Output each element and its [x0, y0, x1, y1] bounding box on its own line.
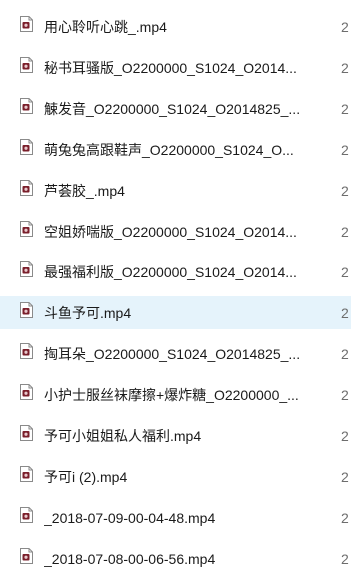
file-row[interactable]: 用心聆听心跳_.mp4 2: [0, 10, 351, 43]
file-row[interactable]: 空姐娇喘版_O2200000_S1024_O2014... 2: [0, 215, 351, 248]
file-date: 2: [341, 387, 349, 404]
file-row[interactable]: 觫发音_O2200000_S1024_O2014825_... 2: [0, 92, 351, 125]
file-date: 2: [341, 59, 349, 76]
video-file-icon: [20, 343, 33, 360]
file-row-selected[interactable]: 斗鱼予可.mp4 2: [0, 296, 351, 330]
file-name: 空姐娇喘版_O2200000_S1024_O2014...: [44, 223, 297, 240]
file-date: 2: [341, 305, 349, 322]
file-row[interactable]: 予可i (2).mp4 2: [0, 460, 351, 493]
file-date: 2: [341, 100, 349, 117]
video-file-icon: [20, 302, 33, 319]
video-file-icon: [20, 138, 33, 155]
file-row[interactable]: 掏耳朵_O2200000_S1024_O2014825_... 2: [0, 337, 351, 370]
video-file-icon: [20, 547, 33, 564]
file-date: 2: [341, 223, 349, 240]
file-row[interactable]: _2018-07-08-00-06-56.mp4 2: [0, 542, 351, 575]
file-row[interactable]: 芦荟胶_.mp4 2: [0, 174, 351, 207]
video-file-icon: [20, 97, 33, 114]
file-name: 芦荟胶_.mp4: [44, 182, 125, 199]
file-name: 最强福利版_O2200000_S1024_O2014...: [44, 264, 297, 281]
file-date: 2: [341, 19, 349, 35]
file-date: 2: [341, 264, 349, 281]
file-name: 予可小姐姐私人福利.mp4: [44, 428, 202, 444]
file-row[interactable]: 萌兔兔高跟鞋声_O2200000_S1024_O... 2: [0, 133, 351, 166]
video-file-icon: [20, 384, 33, 401]
video-file-icon: [20, 425, 33, 441]
file-date: 2: [341, 509, 349, 526]
video-file-icon: [20, 56, 33, 73]
file-name: 小护士服丝袜摩擦+爆炸糖_O2200000_...: [44, 387, 299, 404]
file-row[interactable]: 最强福利版_O2200000_S1024_O2014... 2: [0, 255, 351, 288]
video-file-icon: [20, 16, 33, 32]
video-file-icon: [20, 261, 33, 278]
video-file-icon: [20, 465, 33, 482]
file-name: 用心聆听心跳_.mp4: [44, 19, 167, 35]
video-file-icon: [20, 220, 33, 237]
file-name: 予可i (2).mp4: [44, 468, 128, 485]
video-file-icon: [20, 179, 33, 196]
file-row[interactable]: _2018-07-09-00-04-48.mp4 2: [0, 501, 351, 534]
video-file-icon: [20, 506, 33, 523]
file-row[interactable]: 小护士服丝袜摩擦+爆炸糖_O2200000_... 2: [0, 378, 351, 411]
file-row[interactable]: 秘书耳骚版_O2200000_S1024_O2014... 2: [0, 51, 351, 84]
file-row[interactable]: 予可小姐姐私人福利.mp4 2: [0, 419, 351, 452]
file-name: 掏耳朵_O2200000_S1024_O2014825_...: [44, 346, 301, 363]
file-date: 2: [341, 428, 349, 444]
file-name: 斗鱼予可.mp4: [44, 305, 132, 322]
file-date: 2: [341, 346, 349, 363]
file-date: 2: [341, 550, 349, 567]
file-name: _2018-07-08-00-06-56.mp4: [44, 550, 216, 567]
file-name: 萌兔兔高跟鞋声_O2200000_S1024_O...: [44, 141, 294, 158]
file-name: _2018-07-09-00-04-48.mp4: [44, 509, 216, 526]
file-name: 觫发音_O2200000_S1024_O2014825_...: [44, 100, 301, 117]
file-date: 2: [341, 468, 349, 485]
file-date: 2: [341, 141, 349, 158]
file-list: 用心聆听心跳_.mp4 2 秘书耳骚版_O2200000_S1024_O2014…: [0, 0, 351, 578]
file-name: 秘书耳骚版_O2200000_S1024_O2014...: [44, 59, 297, 76]
file-date: 2: [341, 182, 349, 199]
